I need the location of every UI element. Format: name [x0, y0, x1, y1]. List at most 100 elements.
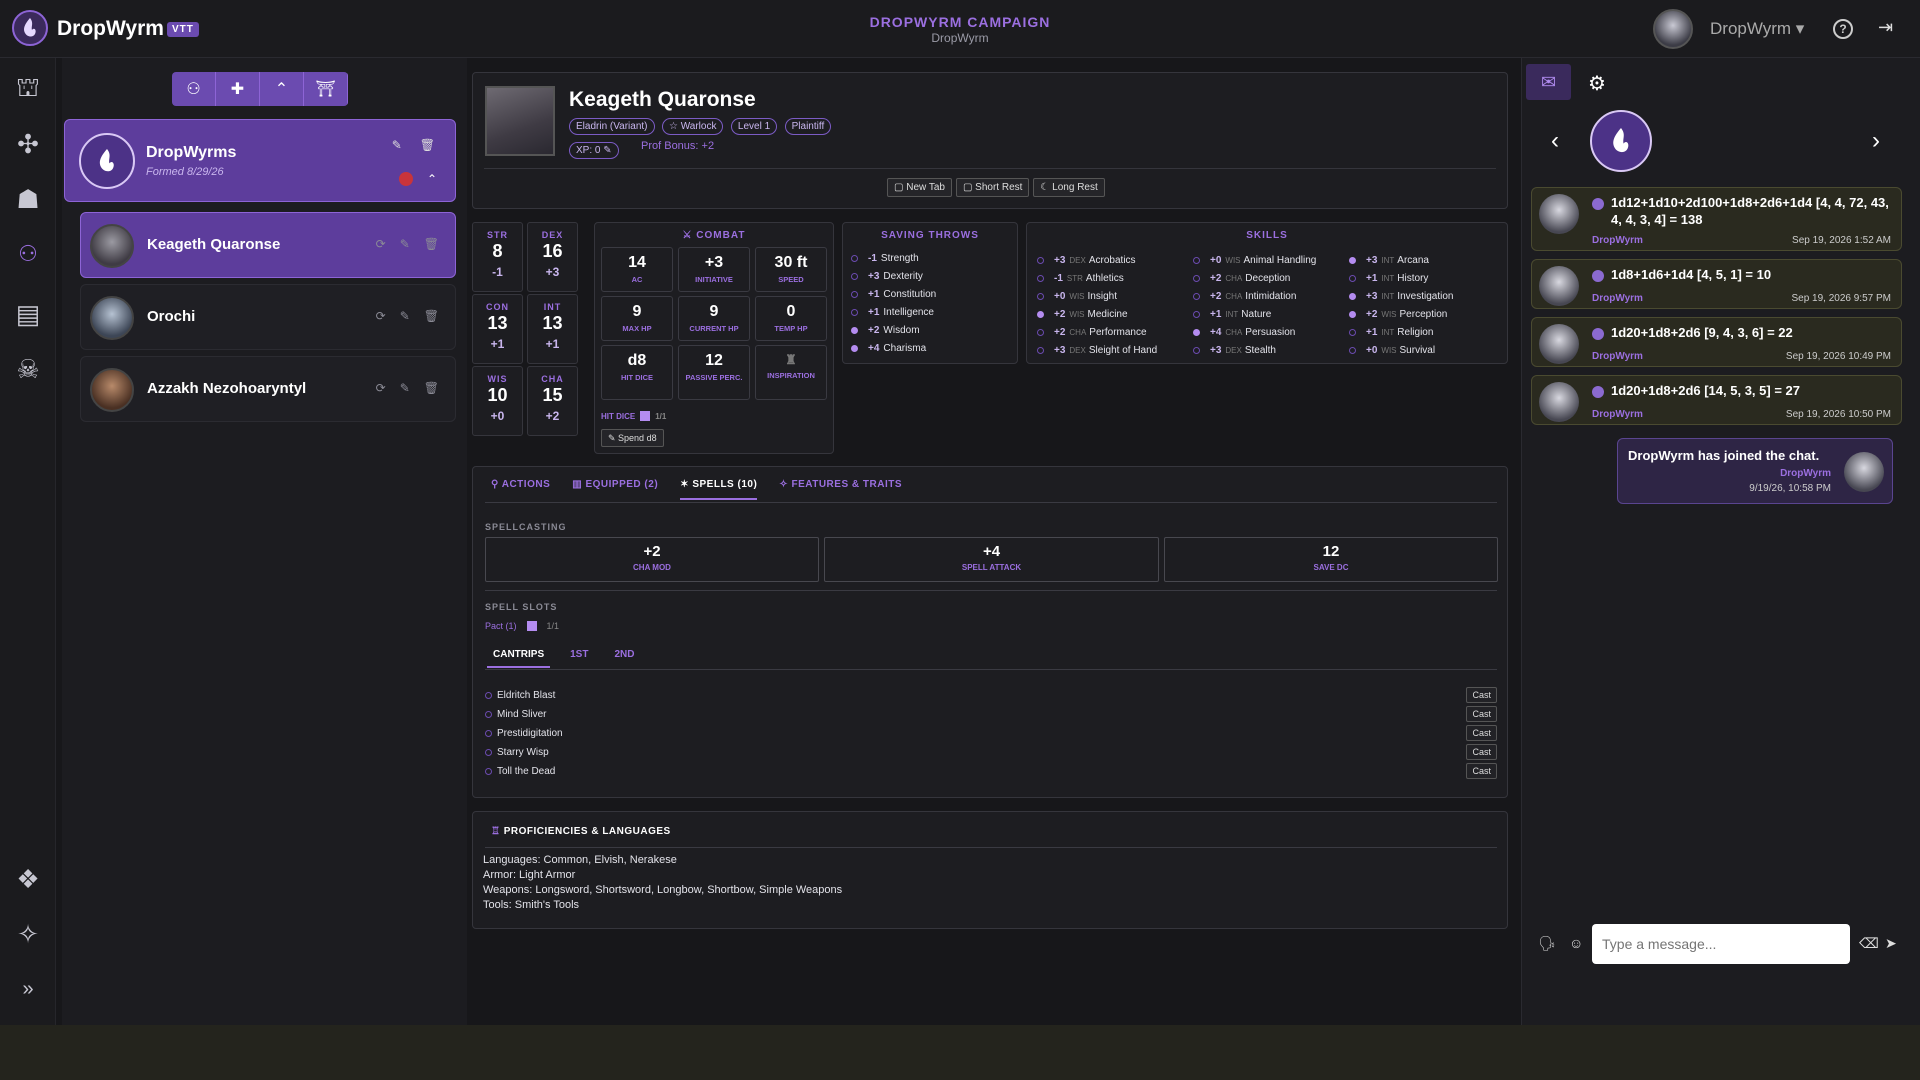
chat-dice-logo[interactable]	[1590, 110, 1652, 172]
tab-1st[interactable]: 1ST	[564, 649, 594, 668]
proficiency-dot[interactable]	[1193, 346, 1200, 354]
proficiency-dot[interactable]	[851, 254, 858, 262]
delete-icon[interactable]: 🗑	[424, 237, 439, 251]
send-icon[interactable]: ➤	[1885, 935, 1897, 952]
tab-spells[interactable]: ✶ SPELLS (10)	[680, 479, 758, 500]
spell-prepared-dot[interactable]	[485, 710, 492, 718]
proficiency-dot[interactable]	[1037, 346, 1044, 354]
list-item[interactable]: +1 INT Religion	[1349, 323, 1453, 341]
list-item[interactable]: +0 WIS Animal Handling	[1193, 251, 1316, 269]
spell-row[interactable]: Mind Sliver Cast	[485, 704, 1497, 724]
proficiency-dot[interactable]	[1193, 292, 1200, 300]
chevron-right-icon[interactable]: ›	[1872, 127, 1880, 155]
new-tab-button[interactable]: ▢ New Tab	[887, 178, 952, 197]
character-row[interactable]: Keageth Quaronse ⟳ ✎ 🗑	[80, 212, 456, 278]
list-item[interactable]: +2 Wisdom	[851, 321, 936, 339]
list-item[interactable]: -1 Strength	[851, 249, 936, 267]
proficiency-dot[interactable]	[851, 272, 858, 280]
chevron-left-icon[interactable]: ‹	[1551, 127, 1559, 155]
proficiency-dot[interactable]	[1349, 292, 1356, 300]
list-item[interactable]: +3 INT Arcana	[1349, 251, 1453, 269]
party-card[interactable]: DropWyrms Formed 8/29/26 ✎ 🗑 ⌃	[64, 119, 456, 202]
list-item[interactable]: +1 INT History	[1349, 269, 1453, 287]
proficiency-dot[interactable]	[1349, 256, 1356, 264]
list-item[interactable]: +2 CHA Performance	[1037, 323, 1157, 341]
proficiency-dot[interactable]	[1193, 274, 1200, 282]
expand-icon[interactable]: »	[8, 969, 48, 1009]
list-item[interactable]: +1 Intelligence	[851, 303, 936, 321]
character-row[interactable]: Orochi ⟳ ✎ 🗑	[80, 284, 456, 350]
proficiency-dot[interactable]	[1349, 310, 1356, 318]
proficiency-dot[interactable]	[1037, 328, 1044, 336]
sync-icon[interactable]: ⟳	[376, 237, 386, 251]
proficiency-dot[interactable]	[1037, 274, 1044, 282]
hit-dice-box[interactable]	[640, 411, 651, 421]
spell-row[interactable]: Prestidigitation Cast	[485, 723, 1497, 743]
cast-button[interactable]: Cast	[1466, 687, 1497, 703]
cast-button[interactable]: Cast	[1466, 744, 1497, 760]
list-item[interactable]: +4 CHA Persuasion	[1193, 323, 1316, 341]
cast-button[interactable]: Cast	[1466, 706, 1497, 722]
list-item[interactable]: +0 WIS Survival	[1349, 341, 1453, 359]
proficiency-dot[interactable]	[1193, 256, 1200, 264]
list-item[interactable]: +2 WIS Medicine	[1037, 305, 1157, 323]
proficiency-dot[interactable]	[1349, 274, 1356, 282]
message-input[interactable]	[1592, 924, 1850, 964]
edit-icon[interactable]: ✎	[400, 237, 410, 251]
shrine-button[interactable]: ⛩	[304, 72, 348, 106]
crossroads-icon[interactable]: ✣	[8, 124, 48, 164]
help-icon[interactable]: ?	[1833, 19, 1853, 39]
spell-prepared-dot[interactable]	[485, 748, 492, 756]
cast-button[interactable]: Cast	[1466, 763, 1497, 779]
emoji-icon[interactable]: ☺	[1569, 935, 1583, 951]
proficiency-dot[interactable]	[1349, 346, 1356, 354]
list-item[interactable]: +3 Dexterity	[851, 267, 936, 285]
delete-icon[interactable]: 🗑	[424, 381, 439, 395]
treasure-icon[interactable]: ❖	[8, 859, 48, 899]
spend-hit-die-button[interactable]: ✎ Spend d8	[601, 428, 664, 447]
tab-equipped[interactable]: ▥ EQUIPPED (2)	[572, 479, 658, 500]
spell-prepared-dot[interactable]	[485, 767, 492, 775]
voice-icon[interactable]: 🗣	[1538, 935, 1556, 952]
list-item[interactable]: +2 CHA Deception	[1193, 269, 1316, 287]
list-item[interactable]: +1 INT Nature	[1193, 305, 1316, 323]
list-item[interactable]: +3 INT Investigation	[1349, 287, 1453, 305]
app-logo[interactable]	[12, 10, 48, 46]
long-rest-button[interactable]: ☾ Long Rest	[1033, 178, 1105, 197]
delete-icon[interactable]: 🗑	[424, 309, 439, 323]
tab-cantrips[interactable]: CANTRIPS	[487, 649, 551, 668]
monster-icon[interactable]: ☠	[8, 349, 48, 389]
spell-row[interactable]: Eldritch Blast Cast	[485, 685, 1497, 705]
spell-row[interactable]: Starry Wisp Cast	[485, 742, 1497, 762]
proficiency-dot[interactable]	[1037, 310, 1044, 318]
combat-temp-hp[interactable]: 0 TEMP HP	[755, 296, 827, 341]
short-rest-button[interactable]: ▢ Short Rest	[955, 178, 1030, 197]
tab-actions[interactable]: ⚲ ACTIONS	[491, 479, 550, 500]
user-avatar[interactable]	[1653, 9, 1693, 49]
gear-icon[interactable]: ⚙	[1588, 71, 1606, 96]
xp-badge[interactable]: XP: 0 ✎	[569, 142, 619, 159]
chevron-up-icon[interactable]: ⌃	[427, 172, 437, 186]
delete-party-icon[interactable]: 🗑	[420, 138, 435, 152]
character-sheet-icon[interactable]: ▤	[8, 294, 48, 334]
proficiency-dot[interactable]	[1037, 256, 1044, 264]
dice-tower-icon[interactable]: ⛫	[8, 69, 48, 109]
user-menu[interactable]: DropWyrm ▾	[1710, 19, 1804, 39]
spellbook-icon[interactable]: ✧	[8, 914, 48, 954]
spell-prepared-dot[interactable]	[485, 691, 492, 699]
edit-icon[interactable]: ✎	[400, 381, 410, 395]
sync-icon[interactable]: ⟳	[376, 309, 386, 323]
proficiency-dot[interactable]	[1349, 328, 1356, 336]
cast-button[interactable]: Cast	[1466, 725, 1497, 741]
proficiency-dot[interactable]	[1193, 310, 1200, 318]
proficiency-dot[interactable]	[851, 290, 858, 298]
proficiency-dot[interactable]	[851, 326, 858, 334]
proficiency-dot[interactable]	[1037, 292, 1044, 300]
hooded-figure-icon[interactable]: ☗	[8, 179, 48, 219]
party-dice-icon[interactable]	[398, 172, 413, 186]
proficiency-dot[interactable]	[1193, 328, 1200, 336]
proficiency-dot[interactable]	[851, 344, 858, 352]
combat-current-hp[interactable]: 9 CURRENT HP	[678, 296, 750, 341]
list-item[interactable]: +1 Constitution	[851, 285, 936, 303]
list-item[interactable]: +2 WIS Perception	[1349, 305, 1453, 323]
